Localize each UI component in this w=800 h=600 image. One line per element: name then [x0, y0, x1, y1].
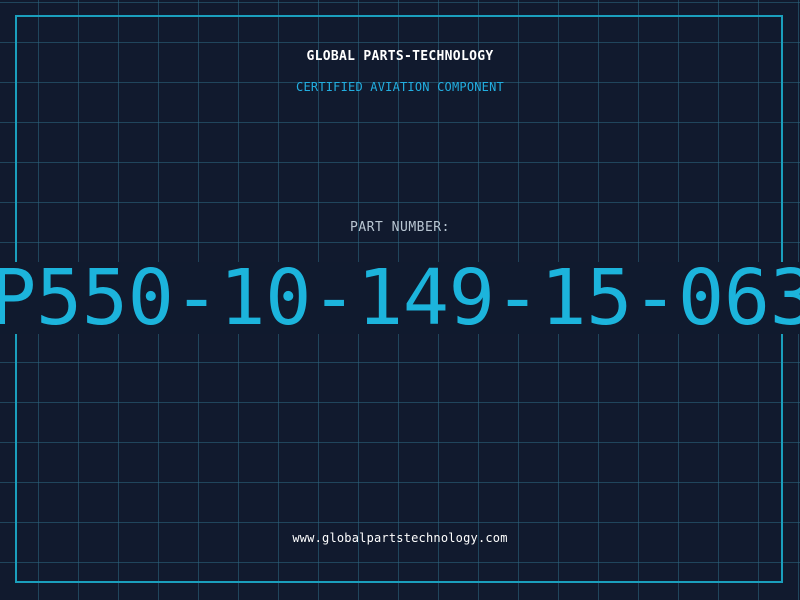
part-number-label: PART NUMBER: — [350, 220, 450, 235]
company-name: GLOBAL PARTS-TECHNOLOGY — [306, 49, 494, 64]
website-url: www.globalpartstechnology.com — [292, 531, 508, 545]
certification-tagline: CERTIFIED AVIATION COMPONENT — [296, 80, 504, 94]
part-card: GLOBAL PARTS-TECHNOLOGY CERTIFIED AVIATI… — [0, 0, 800, 600]
part-number-value: P550-10-149-15-063 — [0, 254, 800, 343]
